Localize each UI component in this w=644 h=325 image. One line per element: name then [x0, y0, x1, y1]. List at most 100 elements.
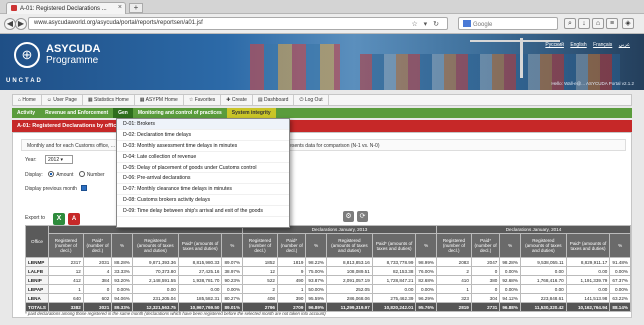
excel-export-icon[interactable]: X — [53, 213, 65, 225]
magnifier-icon[interactable]: ⌕ — [564, 18, 576, 29]
table-cell: 0.00 — [519, 266, 567, 276]
table-cell: 1852 — [242, 257, 278, 267]
menu-asypm-home[interactable]: ▦ ASYPM Home — [135, 95, 184, 105]
dropdown-item-d02[interactable]: D-02: Declaration time delays — [117, 130, 289, 141]
menu-dashboard[interactable]: ▤ Dashboard — [253, 95, 295, 105]
table-cell: 50.00% — [305, 284, 327, 294]
menu-statistics-home[interactable]: ▦ Statistics Home — [83, 95, 135, 105]
tab-revenue-enforcement[interactable]: Revenue and Enforcement — [40, 108, 113, 118]
year-select[interactable]: 2012 ▾ — [45, 155, 73, 164]
browser-tab[interactable]: A-01: Registered Declarations ... × — [6, 2, 126, 14]
totals-cell: 88.14% — [609, 302, 631, 312]
dropdown-item-d03[interactable]: D-03: Monthly assessment time delays in … — [117, 141, 289, 152]
browser-nav-bar: ◀ ▶ www.asycudaworld.org/asycuda/portal/… — [0, 14, 644, 34]
tab-monitoring-control[interactable]: Monitoring and control of practices — [133, 108, 227, 118]
table-cell: 4 — [82, 266, 113, 276]
table-cell: 33.33% — [111, 266, 133, 276]
table-cell: 9,871,393.36 — [131, 257, 179, 267]
column-header: Paid* (amounts of taxes and duties) — [565, 233, 611, 258]
table-cell: 0.00% — [111, 284, 133, 294]
dropdown-item-d09[interactable]: D-09: Time delay between ship's arrival … — [117, 206, 289, 218]
table-cell: 63.22% — [609, 293, 631, 303]
totals-cell: 2819 — [436, 302, 472, 312]
totals-cell: 96.88% — [499, 302, 521, 312]
column-header: Registered (amounts of taxes and duties) — [326, 233, 373, 258]
table-cell: 94.12% — [499, 293, 521, 303]
table-cell: 390 — [276, 293, 307, 303]
tab-activity[interactable]: Activity — [12, 108, 40, 118]
home-icon[interactable]: ⌂ — [592, 18, 604, 29]
table-cell: 76.00% — [415, 266, 437, 276]
table-cell: 275,462.39 — [371, 293, 417, 303]
table-cell: 8,829,911.17 — [565, 257, 611, 267]
pdf-export-icon[interactable]: A — [68, 213, 80, 225]
menu-label: Home — [22, 97, 36, 103]
download-icon[interactable]: ↓ — [578, 18, 590, 29]
display-previous-label: Display previous month — [25, 186, 77, 192]
refresh-icon[interactable]: ⟳ — [357, 211, 368, 222]
table-cell: 0 — [82, 284, 113, 294]
language-link[interactable]: عربي — [619, 42, 630, 48]
table-cell: 27,425.16 — [177, 266, 223, 276]
menu-label: Dashboard — [264, 97, 289, 103]
url-text: www.asycudaworld.org/asycuda/portal/repo… — [34, 20, 203, 26]
column-header: % — [499, 233, 521, 258]
previous-month-checkbox[interactable] — [80, 185, 87, 191]
dropdown-item-d08[interactable]: D-08: Customs brokers activity delays — [117, 195, 289, 207]
totals-cell: 10,820,242.01 — [371, 302, 417, 312]
previous-month-row: Display previous month — [25, 185, 89, 192]
table-row: LBNMP 2317 2031 88.28% 9,871,393.36 8,815,980… — [25, 257, 631, 267]
column-header: % — [111, 233, 133, 258]
column-header: Paid* (amounts of taxes and duties) — [371, 233, 417, 258]
table-cell: 0 — [470, 266, 501, 276]
forward-button[interactable]: ▶ — [15, 18, 27, 30]
table-row: LBNA 640 602 94.06% 231,205.04 185,582.31 80.2… — [25, 293, 631, 303]
dropdown-item-d04[interactable]: D-04: Late collection of revenue — [117, 152, 289, 163]
language-link[interactable]: Русский — [545, 42, 564, 48]
tools-icon[interactable]: ◈ — [622, 18, 634, 29]
table-cell: 9,538,055.11 — [519, 257, 567, 267]
table-cell: 96.29% — [415, 293, 437, 303]
dropdown-item-d07[interactable]: D-07: Monthly clearance time delays in m… — [117, 184, 289, 196]
export-label: Export to — [25, 215, 46, 221]
table-cell: 1 — [436, 284, 472, 294]
dropdown-item-d06[interactable]: D-06: Pre-arrival declarations — [117, 173, 289, 185]
tab-title: A-01: Registered Declarations ... — [20, 6, 107, 12]
table-cell: 94.06% — [111, 293, 133, 303]
containers-image — [250, 44, 340, 90]
menu-log-out[interactable]: ⏻ Log Out — [294, 95, 329, 105]
column-header: % — [415, 233, 437, 258]
close-tab-icon[interactable]: × — [118, 4, 122, 11]
table-cell: 2047 — [470, 257, 501, 267]
menu-label: Log Out — [304, 97, 323, 103]
menu-icon[interactable]: ≡ — [606, 18, 618, 29]
language-link[interactable]: English — [570, 42, 586, 48]
table-cell: 522 — [242, 275, 278, 285]
web-search-box[interactable]: Google — [458, 17, 558, 30]
table-cell: 323 — [436, 293, 472, 303]
tab-gen[interactable]: Gen — [113, 108, 133, 118]
browser-tab-bar: A-01: Registered Declarations ... × + — [0, 0, 644, 14]
dropdown-item-d01[interactable]: D-01: Brokers — [117, 119, 289, 130]
amount-radio[interactable] — [48, 171, 55, 177]
number-radio[interactable] — [78, 171, 85, 177]
brand-title: ASYCUDA — [46, 43, 101, 55]
settings-icon[interactable]: ⚙ — [343, 211, 354, 222]
menu-create[interactable]: ✚ Create — [221, 95, 253, 105]
address-bar[interactable]: www.asycudaworld.org/asycuda/portal/repo… — [28, 17, 448, 30]
totals-cell: 11,530,320.42 — [519, 302, 567, 312]
table-cell: 252.05 — [326, 284, 373, 294]
new-tab-button[interactable]: + — [129, 3, 143, 13]
tab-system-integrity[interactable]: System integrity — [226, 108, 276, 118]
menu-user-page[interactable]: ☺ User Page — [42, 95, 83, 105]
table-cell: 380 — [470, 275, 501, 285]
menu-favorites[interactable]: ☆ Favorites — [184, 95, 222, 105]
menu-home[interactable]: ⌂ Home — [13, 95, 42, 105]
reload-icon[interactable]: ☆ ▾ ↻ — [411, 20, 441, 28]
dropdown-item-d05[interactable]: D-05: Delay of placement of goods under … — [117, 163, 289, 174]
column-header: % — [609, 233, 631, 258]
table-cell: 108,089.51 — [326, 266, 373, 276]
search-engine-label: Google — [473, 22, 493, 28]
table-cell: 0.00% — [609, 284, 631, 294]
language-link[interactable]: Français — [593, 42, 612, 48]
